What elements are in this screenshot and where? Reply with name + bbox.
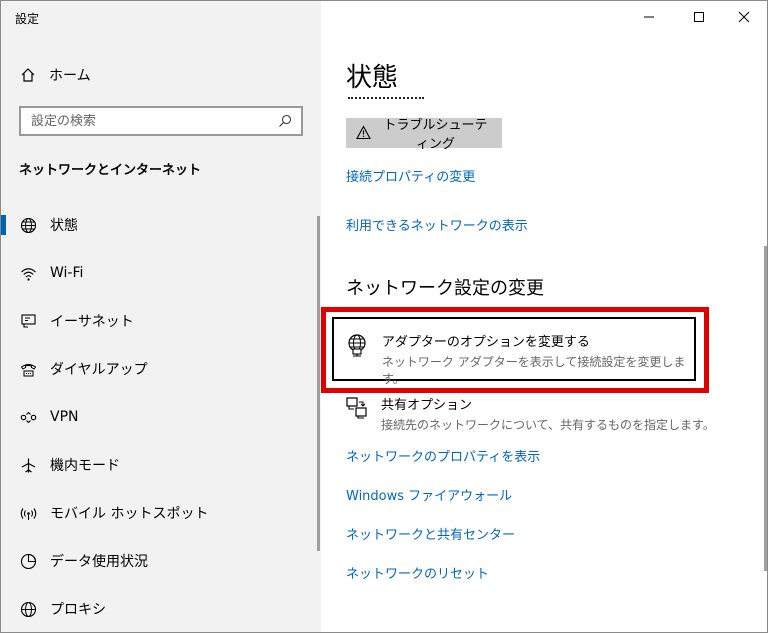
warning-icon [356,125,371,141]
main-content: 状態 トラブルシューティング 接続プロパティの変更 利用できるネットワークの表示… [321,1,767,632]
vpn-icon [19,408,37,426]
sidebar: 設定 ホーム ネットワークとインターネット 状態 [1,1,321,632]
close-icon [738,11,750,23]
sidebar-item-airplane[interactable]: 機内モード [1,441,321,489]
adapter-options-item[interactable]: アダプターのオプションを変更する ネットワーク アダプターを表示して接続設定を変… [332,317,696,386]
home-icon [19,66,37,84]
sidebar-item-ethernet[interactable]: イーサネット [1,297,321,345]
search-box[interactable] [19,106,303,136]
network-adapter-icon [346,333,371,359]
dialup-icon [19,360,37,378]
sidebar-section-title: ネットワークとインターネット [19,163,202,178]
globe-icon [19,600,37,618]
sidebar-scrollbar[interactable] [317,216,320,551]
sidebar-item-hotspot[interactable]: モバイル ホットスポット [1,489,321,537]
network-settings-heading: ネットワーク設定の変更 [346,278,544,299]
network-sharing-center-link[interactable]: ネットワークと共有センター [346,524,515,543]
page-title: 状態 [346,63,399,93]
sharing-options-title: 共有オプション [381,398,473,413]
close-button[interactable] [721,1,767,33]
home-label: ホーム [49,68,91,84]
ethernet-icon [19,312,37,330]
data-usage-icon [19,552,37,570]
sidebar-item-label: 状態 [50,218,78,234]
adapter-options-desc: ネットワーク アダプターを表示して接続設定を変更します。 [381,355,686,386]
main-scrollbar[interactable] [764,246,767,571]
settings-window: 設定 ホーム ネットワークとインターネット 状態 [0,0,768,633]
sidebar-item-data-usage[interactable]: データ使用状況 [1,537,321,585]
windows-firewall-link[interactable]: Windows ファイアウォール [346,485,512,504]
sidebar-item-label: モバイル ホットスポット [50,506,209,522]
sidebar-item-label: 機内モード [50,458,120,474]
troubleshoot-label: トラブルシューティング [383,118,488,152]
network-properties-link[interactable]: ネットワークのプロパティを表示 [346,446,540,465]
sidebar-nav: 状態 Wi-Fi イーサネット ダイヤルアップ VPN 機内モード モバイル ホ… [1,201,321,632]
wifi-icon [19,264,37,282]
network-reset-link[interactable]: ネットワークのリセット [346,563,489,582]
connection-properties-link[interactable]: 接続プロパティの変更 [346,166,475,185]
sidebar-item-label: イーサネット [50,314,134,330]
sidebar-item-vpn[interactable]: VPN [1,393,321,441]
sharing-icon [344,396,370,422]
sidebar-item-label: ダイヤルアップ [50,362,148,378]
sidebar-item-status[interactable]: 状態 [1,201,321,249]
globe-icon [19,216,37,234]
app-title: 設定 [15,12,40,26]
hotspot-icon [19,504,37,522]
clipped-scrolled-text [348,93,424,101]
sidebar-item-label: Wi-Fi [50,265,84,281]
sharing-options-desc: 接続先のネットワークについて、共有するものを指定します。 [381,418,715,432]
available-networks-link[interactable]: 利用できるネットワークの表示 [346,215,528,234]
search-icon[interactable] [277,113,293,129]
minimize-icon [644,16,654,18]
airplane-icon [19,456,37,474]
sidebar-item-proxy[interactable]: プロキシ [1,585,321,632]
sidebar-item-wifi[interactable]: Wi-Fi [1,249,321,297]
troubleshoot-button[interactable]: トラブルシューティング [346,118,502,152]
sharing-options-item[interactable]: 共有オプション 接続先のネットワークについて、共有するものを指定します。 [344,394,715,433]
sidebar-item-label: VPN [50,409,79,425]
adapter-options-title: アダプターのオプションを変更する [381,335,590,350]
search-input[interactable] [31,113,277,129]
maximize-icon [694,12,704,22]
minimize-button[interactable] [626,1,672,33]
sidebar-item-label: プロキシ [50,602,106,618]
maximize-button[interactable] [676,1,722,33]
sidebar-item-label: データ使用状況 [50,554,148,570]
sidebar-item-dialup[interactable]: ダイヤルアップ [1,345,321,393]
home-nav-item[interactable]: ホーム [19,64,91,86]
